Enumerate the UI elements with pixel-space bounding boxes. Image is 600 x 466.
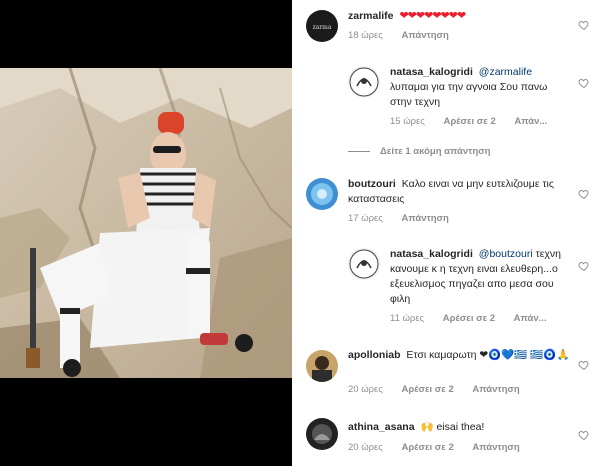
comment-username[interactable]: natasa_kalogridi — [390, 248, 473, 260]
comment-emoji: ❤🧿💙🇬🇷 🇬🇷🧿🙏 — [479, 349, 570, 361]
view-more-replies[interactable]: Δείτε 1 ακόμη απάντηση — [348, 146, 490, 157]
like-heart-icon[interactable] — [578, 188, 590, 200]
like-heart-icon[interactable] — [578, 359, 590, 371]
comment-meta: 11 ώρες Αρέσει σε 2 Απάν... — [390, 313, 563, 324]
avatar[interactable] — [306, 350, 338, 382]
comment-time[interactable]: 18 ώρες — [348, 30, 383, 41]
comment-emoji: ❤❤❤❤❤❤❤❤ — [399, 10, 466, 22]
comment-username[interactable]: boutzouri — [348, 178, 396, 190]
comment-meta: 15 ώρες Αρέσει σε 2 Απάν... — [390, 116, 563, 127]
comment-time[interactable]: 15 ώρες — [390, 116, 425, 127]
divider-line — [348, 150, 370, 152]
comment-body: zarmalife ❤❤❤❤❤❤❤❤ — [348, 9, 568, 24]
comment-text: λυπαμαι για την αγνοια Σου πανω στην τεχ… — [390, 81, 548, 108]
reply-button[interactable]: Απάν... — [514, 313, 547, 324]
comment-time[interactable]: 11 ώρες — [390, 313, 424, 324]
comment-meta: 17 ώρες Απάντηση — [348, 213, 465, 224]
comment-time[interactable]: 20 ώρες — [348, 384, 383, 395]
like-heart-icon[interactable] — [578, 429, 590, 441]
comment-body: athina_asana 🙌 eisai thea! — [348, 420, 570, 435]
comment-username[interactable]: zarmalife — [348, 10, 394, 22]
avatar[interactable] — [348, 66, 380, 98]
avatar[interactable]: zarma — [306, 10, 338, 42]
svg-text:zarma: zarma — [313, 24, 332, 31]
media-panel — [0, 0, 292, 466]
comments-panel: zarma zarmalife ❤❤❤❤❤❤❤❤ 18 ώρες Απάντησ… — [292, 0, 600, 466]
reply-button[interactable]: Απάντηση — [401, 213, 448, 224]
comment-body: boutzouri Καλο ειναι να μην ευτελιζουμε … — [348, 177, 568, 207]
avatar[interactable] — [306, 178, 338, 210]
comment-time[interactable]: 17 ώρες — [348, 213, 383, 224]
post-video[interactable] — [0, 68, 292, 378]
reply-button[interactable]: Απάν... — [514, 116, 547, 127]
comment-likes[interactable]: Αρέσει σε 2 — [443, 116, 495, 127]
reply-button[interactable]: Απάντηση — [472, 442, 519, 453]
like-heart-icon[interactable] — [578, 19, 590, 31]
comment-body: apolloniab Ετσι καμαρωτη ❤🧿💙🇬🇷 🇬🇷🧿🙏 — [348, 348, 570, 363]
comment-username[interactable]: athina_asana — [348, 421, 415, 433]
comment-likes[interactable]: Αρέσει σε 2 — [443, 313, 495, 324]
comment-text: Ετσι καμαρωτη — [406, 349, 477, 361]
avatar[interactable] — [348, 248, 380, 280]
comment-username[interactable]: apolloniab — [348, 349, 401, 361]
view-more-replies-label: Δείτε 1 ακόμη απάντηση — [380, 146, 491, 157]
comment-emoji: 🙌 — [420, 421, 434, 433]
comment-body: natasa_kalogridi @boutzouri τεχνη κανουμ… — [390, 247, 565, 307]
comment-meta: 18 ώρες Απάντηση — [348, 30, 465, 41]
avatar[interactable] — [306, 418, 338, 450]
post-image — [0, 68, 292, 378]
like-heart-icon[interactable] — [578, 260, 590, 272]
comment-meta: 20 ώρες Αρέσει σε 2 Απάντηση — [348, 384, 536, 395]
comment-text: eisai thea! — [436, 421, 485, 433]
comment-likes[interactable]: Αρέσει σε 2 — [401, 384, 453, 395]
reply-button[interactable]: Απάντηση — [472, 384, 519, 395]
comment-meta: 20 ώρες Αρέσει σε 2 Απάντηση — [348, 442, 536, 453]
comment-time[interactable]: 20 ώρες — [348, 442, 383, 453]
comment-likes[interactable]: Αρέσει σε 2 — [401, 442, 453, 453]
like-heart-icon[interactable] — [578, 77, 590, 89]
comment-mention[interactable]: @boutzouri — [479, 248, 533, 260]
reply-button[interactable]: Απάντηση — [401, 30, 448, 41]
comment-body: natasa_kalogridi @zarmalife λυπαμαι για … — [390, 65, 570, 110]
comment-username[interactable]: natasa_kalogridi — [390, 66, 473, 78]
comment-mention[interactable]: @zarmalife — [479, 66, 532, 78]
